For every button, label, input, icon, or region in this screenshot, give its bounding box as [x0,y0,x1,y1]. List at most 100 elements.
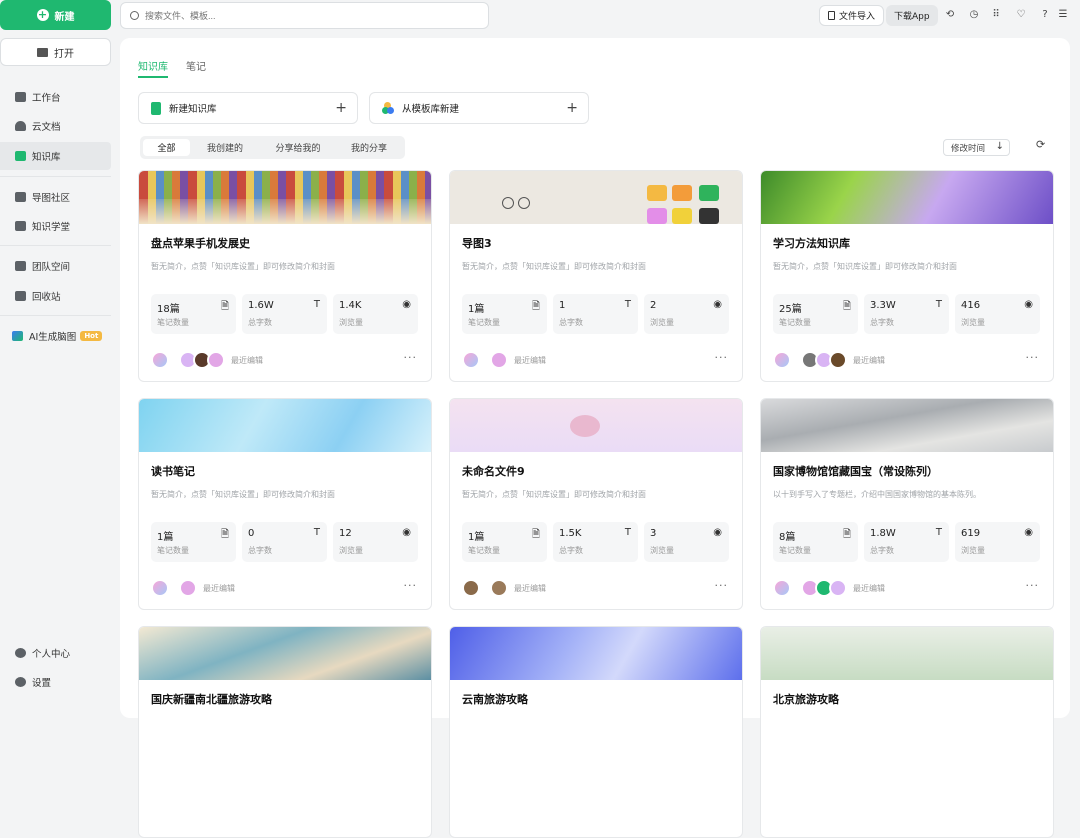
stat-notes: 18篇 笔记数量 🗎 [151,294,236,334]
card-description: 暂无简介，点赞「知识库设置」即可修改简介和封面 [773,262,957,271]
stat-notes: 1篇 笔记数量 🗎 [462,294,547,334]
note-icon: 🗎 [531,301,540,312]
sidebar-item-community[interactable]: 导图社区 [0,183,111,211]
sidebar-item-ai-mindmap[interactable]: AI生成脑图 Hot [0,322,111,350]
stat-label: 笔记数量 [468,318,500,327]
clock-icon[interactable]: ◷ [966,8,982,22]
stat-value: 3 [650,528,657,539]
filter-my-shares[interactable]: 我的分享 [338,139,400,156]
knowledge-base-card[interactable]: 国庆新疆南北疆旅游攻略 [138,626,432,838]
stat-value: 1.5K [559,528,582,539]
stat-label: 浏览量 [650,318,674,327]
sidebar-item-trash[interactable]: 回收站 [0,282,111,310]
filter-shared-with-me[interactable]: 分享给我的 [262,139,334,156]
card-title: 云南旅游攻略 [462,693,528,706]
more-options-icon[interactable]: ··· [404,579,418,592]
folder-icon [37,47,48,57]
sort-dropdown[interactable]: 修改时间 ↓ [943,139,1010,156]
knowledge-base-card[interactable]: 学习方法知识库 暂无简介，点赞「知识库设置」即可修改简介和封面 25篇 笔记数量 🗎… [760,170,1054,382]
sidebar-item-profile[interactable]: 个人中心 [0,639,111,667]
create-from-template-button[interactable]: 从模板库新建 + [369,92,589,124]
more-options-icon[interactable]: ··· [404,351,418,364]
import-icon [828,11,835,20]
knowledge-base-card[interactable]: 未命名文件9 暂无简介，点赞「知识库设置」即可修改简介和封面 1篇 笔记数量 🗎 1… [449,398,743,610]
filter-created-by-me[interactable]: 我创建的 [193,139,257,156]
team-space-icon [15,261,26,271]
more-options-icon[interactable]: ··· [1026,351,1040,364]
search-box[interactable] [120,2,489,29]
bell-icon[interactable]: ⟲ [942,8,958,22]
recent-edit-label: 最近编辑 [853,355,885,365]
stat-label: 笔记数量 [779,546,811,555]
stat-words: 1 总字数 T [553,294,638,334]
stat-value: 619 [961,528,981,539]
refresh-icon[interactable]: ⟳ [1036,138,1045,151]
stat-label: 总字数 [248,546,272,555]
divider [0,315,111,316]
text-icon: T [624,527,631,538]
apps-grid-icon[interactable]: ⠿ [988,8,1004,22]
create-knowledge-base-button[interactable]: 新建知识库 + [138,92,358,124]
knowledge-base-card[interactable]: 国家博物馆馆藏国宝（常设陈列） 以十到手写入了专题栏，介绍中国国家博物馆的基本陈… [760,398,1054,610]
open-button-label: 打开 [54,48,74,60]
card-cover [450,171,742,224]
eye-icon: ◉ [713,527,722,538]
sidebar-item-cloud-docs[interactable]: 云文档 [0,112,111,140]
stat-label: 总字数 [559,318,583,327]
avatar [490,579,508,597]
sidebar: + 新建 打开 工作台 云文档 知识库 导图社区 知识学堂 团队空间 回收站 AI… [0,0,120,706]
recent-edit-label: 最近编辑 [853,583,885,593]
download-app-button[interactable]: 下载App [886,5,938,26]
skin-icon[interactable]: ♡ [1013,8,1029,22]
stat-label: 浏览量 [339,318,363,327]
template-icon [382,102,394,114]
menu-icon[interactable]: ☰ [1055,8,1071,22]
stat-views: 12 浏览量 ◉ [333,522,418,562]
sidebar-item-knowledge-base[interactable]: 知识库 [0,142,111,170]
knowledge-base-card[interactable]: 读书笔记 暂无简介，点赞「知识库设置」即可修改简介和封面 1篇 笔记数量 🗎 0 总字… [138,398,432,610]
recent-edit-label: 最近编辑 [231,355,263,365]
knowledge-base-icon [151,101,161,115]
knowledge-base-card[interactable]: 北京旅游攻略 [760,626,1054,838]
knowledge-base-card[interactable]: 盘点苹果手机发展史 暂无简介，点赞「知识库设置」即可修改简介和封面 18篇 笔记数… [138,170,432,382]
stat-views: 3 浏览量 ◉ [644,522,729,562]
new-button[interactable]: + 新建 [0,0,111,30]
knowledge-base-card[interactable]: 导图3 暂无简介，点赞「知识库设置」即可修改简介和封面 1篇 笔记数量 🗎 1 总字数… [449,170,743,382]
tab-knowledge-base[interactable]: 知识库 [138,58,168,73]
knowledge-base-card[interactable]: 云南旅游攻略 [449,626,743,838]
monitor-icon [15,92,26,102]
filter-all[interactable]: 全部 [143,139,190,156]
card-cover [450,399,742,452]
text-icon: T [935,527,942,538]
search-input[interactable] [145,10,465,21]
text-icon: T [624,299,631,310]
file-import-button[interactable]: 文件导入 [819,5,885,26]
more-options-icon[interactable]: ··· [715,579,729,592]
tab-notes[interactable]: 笔记 [186,58,206,73]
stat-notes: 25篇 笔记数量 🗎 [773,294,858,334]
stat-value: 0 [248,528,255,539]
card-description: 以十到手写入了专题栏，介绍中国国家博物馆的基本陈列。 [773,490,981,499]
stat-label: 浏览量 [339,546,363,555]
card-cover [761,171,1053,224]
sidebar-item-workbench[interactable]: 工作台 [0,83,111,111]
stat-value: 12 [339,528,352,539]
more-options-icon[interactable]: ··· [1026,579,1040,592]
open-button[interactable]: 打开 [0,38,111,66]
plus-icon: + [335,100,347,116]
sidebar-item-team-space[interactable]: 团队空间 [0,252,111,280]
create-from-template-label: 从模板库新建 [402,104,460,115]
help-icon[interactable]: ? [1037,8,1053,22]
sidebar-item-label: 知识学堂 [32,222,71,233]
note-icon: 🗎 [220,301,229,312]
divider [0,176,111,177]
more-options-icon[interactable]: ··· [715,351,729,364]
recent-edit-label: 最近编辑 [514,355,546,365]
sidebar-item-academy[interactable]: 知识学堂 [0,212,111,240]
sort-label: 修改时间 [951,143,986,154]
graduation-cap-icon [15,221,26,231]
stat-label: 笔记数量 [157,546,189,555]
sidebar-item-settings[interactable]: 设置 [0,668,111,696]
stat-views: 1.4K 浏览量 ◉ [333,294,418,334]
eye-icon: ◉ [402,527,411,538]
